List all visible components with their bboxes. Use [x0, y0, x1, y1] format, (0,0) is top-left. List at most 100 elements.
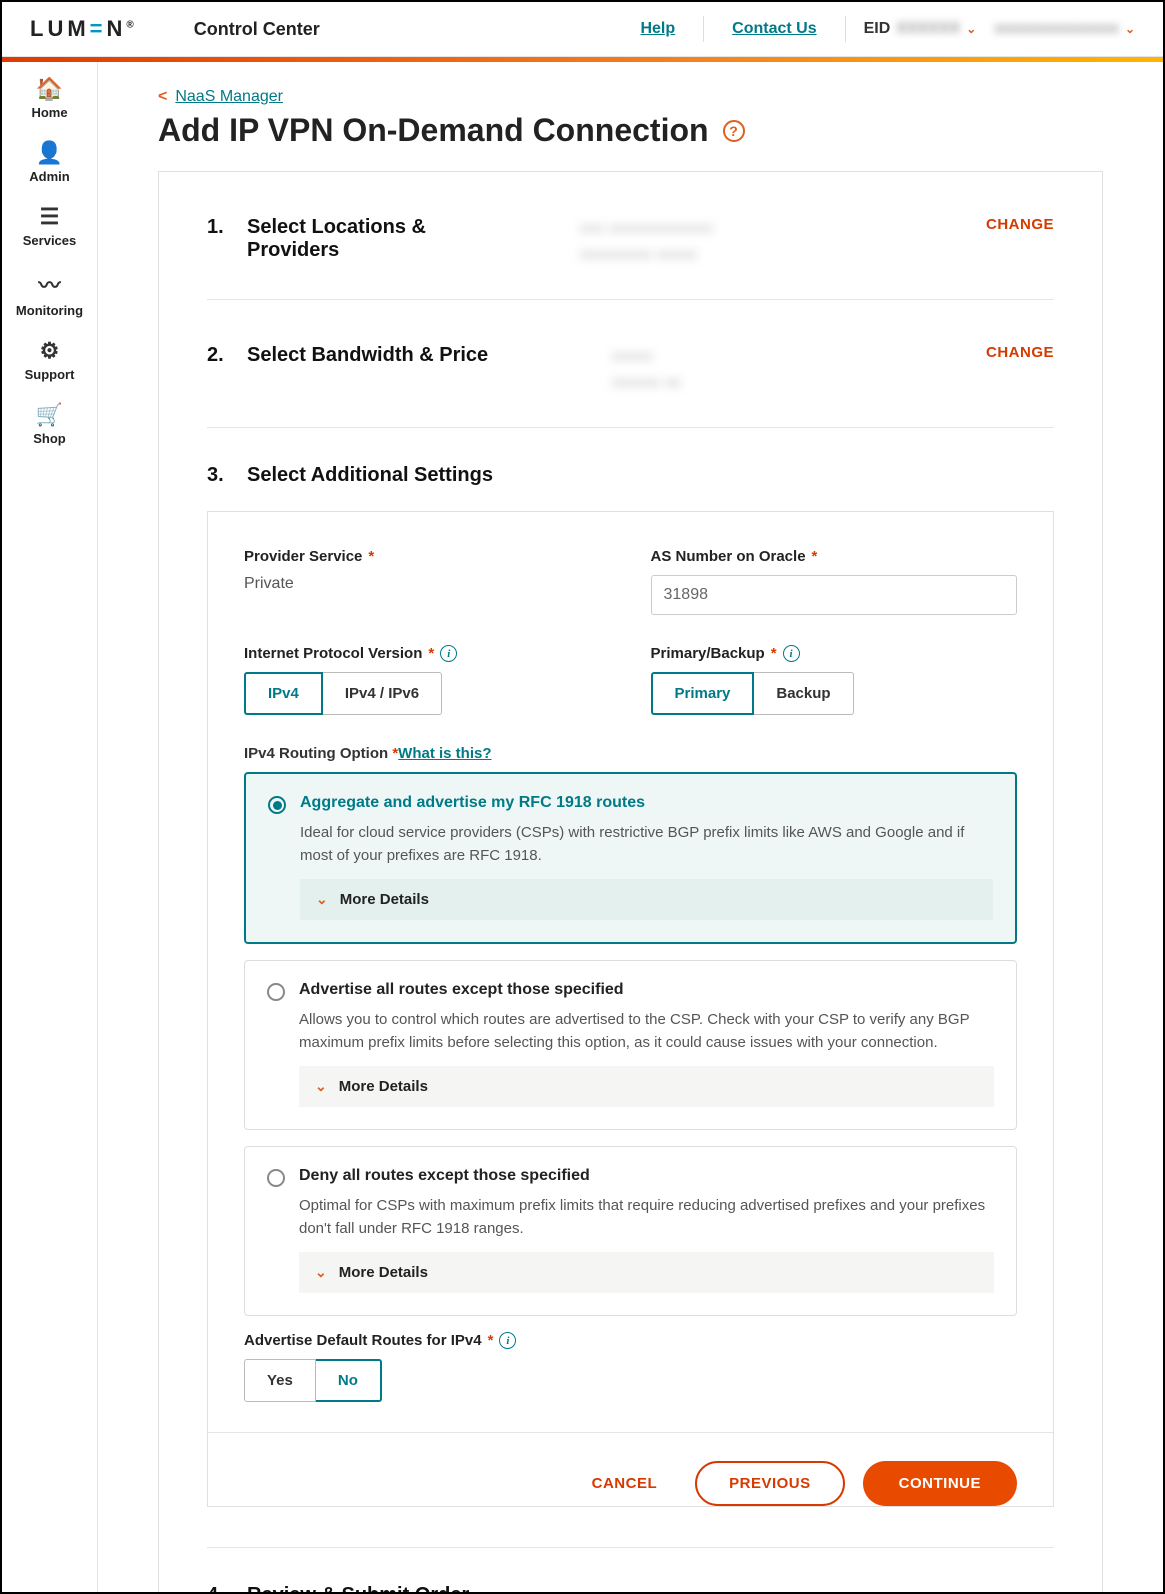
step-number: 3.	[207, 464, 247, 487]
continue-button[interactable]: CONTINUE	[863, 1461, 1017, 1506]
step-2-row: 2. Select Bandwidth & Price xxxxxxxxxxx …	[207, 300, 1054, 428]
more-details-toggle[interactable]: ⌄More Details	[299, 1252, 994, 1293]
radio-icon[interactable]	[268, 796, 286, 814]
provider-service-field: Provider Service * Private	[244, 548, 611, 615]
radio-icon[interactable]	[267, 983, 285, 1001]
info-icon[interactable]: i	[440, 645, 457, 662]
chevron-left-icon: <	[158, 88, 167, 106]
nav-support[interactable]: ⚙ Support	[2, 338, 97, 382]
chevron-down-icon: ⌄	[315, 1264, 327, 1281]
step-4-row: 4. Review & Submit Order	[207, 1547, 1054, 1592]
routing-title: Advertise all routes except those specif…	[299, 981, 624, 999]
nav-label: Services	[2, 233, 97, 248]
routing-option-label: IPv4 Routing Option *What is this?	[244, 745, 1017, 762]
home-icon: 🏠	[2, 76, 97, 102]
routing-desc: Optimal for CSPs with maximum prefix lim…	[299, 1195, 994, 1240]
nav-monitoring[interactable]: 〰Monitoring	[2, 268, 97, 318]
nav-admin[interactable]: 👤Admin	[2, 140, 97, 184]
as-number-input[interactable]	[651, 575, 1018, 615]
info-icon[interactable]: i	[783, 645, 800, 662]
change-link-step1[interactable]: CHANGE	[986, 216, 1054, 233]
routing-option-advertise-except[interactable]: Advertise all routes except those specif…	[244, 960, 1017, 1130]
advertise-default-field: Advertise Default Routes for IPv4 * i Ye…	[244, 1332, 1017, 1402]
as-number-field: AS Number on Oracle *	[651, 548, 1018, 615]
sidebar: 🏠Home 👤Admin ☰ Services 〰Monitoring ⚙ Supp…	[2, 62, 98, 1592]
eid-value: XXXXXX	[896, 20, 960, 38]
more-details-toggle[interactable]: ⌄More Details	[300, 879, 993, 920]
ipv-field: Internet Protocol Version * i IPv4 IPv4 …	[244, 645, 611, 715]
chevron-down-icon: ⌄	[316, 891, 328, 908]
account-value: xxxxxxxxxxxxxx	[994, 20, 1119, 38]
required-marker: *	[428, 645, 434, 662]
routing-option-deny-except[interactable]: Deny all routes except those specified O…	[244, 1146, 1017, 1316]
step-title: Select Additional Settings	[247, 464, 493, 487]
routing-desc: Ideal for cloud service providers (CSPs)…	[300, 822, 993, 867]
required-marker: *	[812, 548, 818, 565]
nav-label: Shop	[2, 431, 97, 446]
help-icon[interactable]: ?	[723, 120, 745, 142]
app-title: Control Center	[194, 19, 320, 40]
required-marker: *	[368, 548, 374, 565]
wizard-panel: 1. Select Locations & Providers xxx xxxx…	[158, 171, 1103, 1592]
list-icon: ☰	[2, 204, 97, 230]
step1-summary: xxx xxxxxxxxxxxxxxxxxxxxxx xxxxx	[580, 216, 712, 267]
eid-label: EID	[864, 20, 891, 38]
chevron-down-icon: ⌄	[1125, 22, 1135, 36]
ipv4-ipv6-button[interactable]: IPv4 / IPv6	[323, 672, 442, 715]
advertise-default-toggle: Yes No	[244, 1359, 1017, 1402]
change-link-step2[interactable]: CHANGE	[986, 344, 1054, 361]
nav-label: Support	[2, 367, 97, 382]
step-title: Review & Submit Order	[247, 1584, 469, 1592]
more-details-toggle[interactable]: ⌄More Details	[299, 1066, 994, 1107]
primary-button[interactable]: Primary	[651, 672, 755, 715]
primary-backup-field: Primary/Backup * i Primary Backup	[651, 645, 1018, 715]
chevron-down-icon: ⌄	[966, 22, 976, 36]
divider	[845, 16, 846, 42]
what-is-this-link[interactable]: What is this?	[398, 745, 491, 762]
chevron-down-icon: ⌄	[315, 1078, 327, 1095]
adv-no-button[interactable]: No	[316, 1359, 382, 1402]
required-marker: *	[488, 1332, 494, 1349]
nav-services[interactable]: ☰ Services	[2, 204, 97, 248]
divider	[703, 16, 704, 42]
backup-button[interactable]: Backup	[754, 672, 853, 715]
routing-desc: Allows you to control which routes are a…	[299, 1009, 994, 1054]
nav-home[interactable]: 🏠Home	[2, 76, 97, 120]
contact-link[interactable]: Contact Us	[722, 20, 826, 38]
step-title: Select Locations & Providers	[247, 216, 520, 262]
top-bar: LUM=N® Control Center Help Contact Us EI…	[2, 2, 1163, 57]
breadcrumb-link[interactable]: NaaS Manager	[175, 88, 283, 106]
nav-label: Monitoring	[2, 303, 97, 318]
eid-dropdown[interactable]: EID XXXXXX ⌄	[864, 20, 977, 38]
step-3-header: 3. Select Additional Settings	[207, 428, 1054, 487]
provider-service-value: Private	[244, 575, 611, 593]
routing-title: Deny all routes except those specified	[299, 1167, 590, 1185]
footer-buttons: CANCEL PREVIOUS CONTINUE	[208, 1432, 1053, 1506]
adv-yes-button[interactable]: Yes	[244, 1359, 316, 1402]
ipv-toggle: IPv4 IPv4 / IPv6	[244, 672, 611, 715]
radio-icon[interactable]	[267, 1169, 285, 1187]
nav-label: Admin	[2, 169, 97, 184]
step-number: 2.	[207, 344, 247, 367]
nav-shop[interactable]: 🛒 Shop	[2, 402, 97, 446]
step-1-row: 1. Select Locations & Providers xxx xxxx…	[207, 172, 1054, 300]
settings-card: Provider Service * Private AS Number on …	[207, 511, 1054, 1507]
cart-icon: 🛒	[2, 402, 97, 428]
breadcrumb: < NaaS Manager	[158, 88, 1103, 106]
required-marker: *	[771, 645, 777, 662]
help-link[interactable]: Help	[630, 20, 685, 38]
cancel-button[interactable]: CANCEL	[572, 1461, 678, 1506]
logo: LUM=N®	[30, 16, 134, 42]
routing-title: Aggregate and advertise my RFC 1918 rout…	[300, 794, 645, 812]
account-dropdown[interactable]: xxxxxxxxxxxxxx ⌄	[994, 20, 1135, 38]
previous-button[interactable]: PREVIOUS	[695, 1461, 845, 1506]
page-title: Add IP VPN On-Demand Connection ?	[158, 112, 1103, 149]
step-number: 4.	[207, 1584, 247, 1592]
support-icon: ⚙	[2, 338, 97, 364]
primary-backup-toggle: Primary Backup	[651, 672, 1018, 715]
routing-option-aggregate[interactable]: Aggregate and advertise my RFC 1918 rout…	[244, 772, 1017, 944]
info-icon[interactable]: i	[499, 1332, 516, 1349]
ipv4-button[interactable]: IPv4	[244, 672, 323, 715]
step-number: 1.	[207, 216, 247, 239]
main-content: < NaaS Manager Add IP VPN On-Demand Conn…	[98, 62, 1163, 1592]
